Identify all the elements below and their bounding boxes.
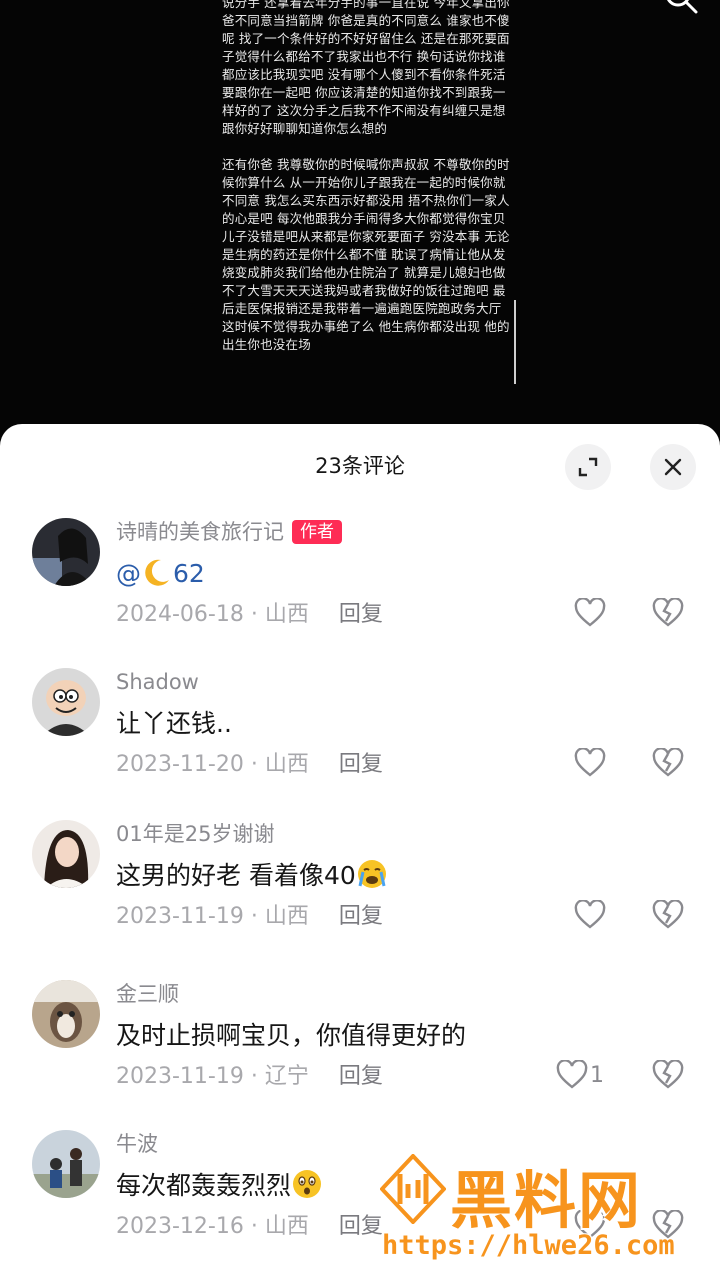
meta-separator: ·	[243, 1064, 265, 1089]
comment-date: 2023-12-16	[116, 1214, 244, 1239]
heart-icon	[556, 1060, 588, 1089]
comment-meta: 2023-11-20 · 山西 回复	[116, 750, 383, 780]
like-button[interactable]	[574, 598, 608, 628]
text-scrollbar	[514, 300, 516, 384]
heart-icon	[574, 598, 606, 627]
dislike-button[interactable]	[652, 747, 684, 782]
comment-date: 2023-11-20	[116, 752, 244, 777]
like-button[interactable]: 1	[556, 1060, 604, 1090]
comment-meta: 2023-11-19 · 辽宁 回复	[116, 1062, 383, 1092]
meta-separator: ·	[243, 752, 265, 777]
expand-button[interactable]	[565, 444, 611, 490]
comment-text-body: 这男的好老 看着像40	[116, 861, 356, 890]
comment-text: 这男的好老 看着像40	[116, 858, 388, 894]
username-text[interactable]: 诗晴的美食旅行记	[116, 520, 284, 544]
comment-username[interactable]: 诗晴的美食旅行记 作者	[116, 518, 342, 546]
broken-heart-icon	[652, 747, 684, 777]
comment-date: 2024-06-18	[116, 602, 244, 627]
comment-item: 01年是25岁谢谢 这男的好老 看着像40 2023-11-19 · 山西 回复	[0, 820, 720, 970]
crescent-moon-icon	[145, 559, 169, 586]
comment-text: @62	[116, 556, 205, 592]
dislike-button[interactable]	[652, 1209, 684, 1244]
comment-meta: 2024-06-18 · 山西 回复	[116, 600, 383, 630]
author-badge: 作者	[292, 520, 342, 544]
comment-text: 及时止损啊宝贝，你值得更好的	[116, 1021, 467, 1050]
comment-location: 山西	[264, 904, 309, 929]
reply-button[interactable]: 回复	[339, 904, 383, 929]
broken-heart-icon	[652, 1059, 684, 1089]
crying-face-icon	[357, 860, 386, 888]
like-button[interactable]	[574, 748, 608, 778]
dislike-button[interactable]	[652, 1059, 684, 1094]
comment-meta: 2023-12-16 · 山西 回复	[116, 1212, 383, 1242]
comment-item: Shadow 让丫还钱.. 2023-11-20 · 山西 回复	[0, 668, 720, 818]
search-icon[interactable]	[662, 0, 702, 18]
like-button[interactable]	[574, 1210, 608, 1240]
avatar[interactable]	[32, 668, 100, 736]
like-count: 1	[590, 1062, 604, 1088]
comment-item: 诗晴的美食旅行记 作者 @62 2024-06-18 · 山西 回复	[0, 518, 720, 668]
meta-separator: ·	[243, 1214, 265, 1239]
caption-paragraph-2: 还有你爸 我尊敬你的时候喊你声叔叔 不尊敬你的时候你算什么 从一开始你儿子跟我在…	[222, 157, 510, 352]
comment-date: 2023-11-19	[116, 1064, 244, 1089]
comment-location: 山西	[264, 1214, 309, 1239]
comment-count-title: 23条评论	[315, 454, 405, 478]
heart-icon	[574, 748, 606, 777]
dislike-button[interactable]	[652, 899, 684, 934]
reply-button[interactable]: 回复	[339, 752, 383, 777]
comment-date: 2023-11-19	[116, 904, 244, 929]
caption-paragraph-1: 说分手 还拿着去年分手的事一直在说 今年又拿出你爸不同意当挡箭牌 你爸是真的不同…	[222, 0, 510, 136]
avatar[interactable]	[32, 980, 100, 1048]
reply-button[interactable]: 回复	[339, 1214, 383, 1239]
comment-location: 山西	[264, 752, 309, 777]
sheet-header: 23条评论	[0, 424, 720, 508]
reply-button[interactable]: 回复	[339, 1064, 383, 1089]
expand-icon	[578, 457, 598, 477]
close-icon	[664, 458, 682, 476]
comment-username[interactable]: 牛波	[116, 1130, 158, 1158]
shocked-face-icon	[293, 1170, 322, 1198]
video-area[interactable]: 说分手 还拿着去年分手的事一直在说 今年又拿出你爸不同意当挡箭牌 你爸是真的不同…	[0, 0, 720, 440]
comment-username[interactable]: Shadow	[116, 668, 199, 696]
comment-item: 牛波 每次都轰轰烈烈 2023-12-16 · 山西 回复	[0, 1130, 720, 1280]
avatar[interactable]	[32, 1130, 100, 1198]
comment-location: 辽宁	[264, 1064, 309, 1089]
comment-meta: 2023-11-19 · 山西 回复	[116, 902, 383, 932]
video-caption-text: 说分手 还拿着去年分手的事一直在说 今年又拿出你爸不同意当挡箭牌 你爸是真的不同…	[222, 0, 512, 372]
dislike-button[interactable]	[652, 597, 684, 632]
mention-link[interactable]: @	[116, 559, 141, 588]
comment-username[interactable]: 01年是25岁谢谢	[116, 820, 274, 848]
comment-text: 让丫还钱..	[116, 709, 232, 738]
comment-text-body: 每次都轰轰烈烈	[116, 1171, 292, 1200]
broken-heart-icon	[652, 899, 684, 929]
comment-sheet: 23条评论 诗晴的美食旅行记 作者 @ 62 2024-06-18 · 山西 回…	[0, 424, 720, 1280]
meta-separator: ·	[243, 602, 265, 627]
comment-location: 山西	[264, 602, 309, 627]
reply-button[interactable]: 回复	[339, 602, 383, 627]
like-button[interactable]	[574, 900, 608, 930]
meta-separator: ·	[243, 904, 265, 929]
heart-icon	[574, 900, 606, 929]
comment-item: 金三顺 及时止损啊宝贝，你值得更好的 2023-11-19 · 辽宁 回复 1	[0, 980, 720, 1130]
comment-username[interactable]: 金三顺	[116, 980, 179, 1008]
mention-suffix[interactable]: 62	[173, 559, 205, 588]
avatar[interactable]	[32, 820, 100, 888]
close-button[interactable]	[650, 444, 696, 490]
broken-heart-icon	[652, 1209, 684, 1239]
comment-text: 每次都轰轰烈烈	[116, 1168, 323, 1204]
heart-icon	[574, 1210, 606, 1239]
avatar[interactable]	[32, 518, 100, 586]
broken-heart-icon	[652, 597, 684, 627]
